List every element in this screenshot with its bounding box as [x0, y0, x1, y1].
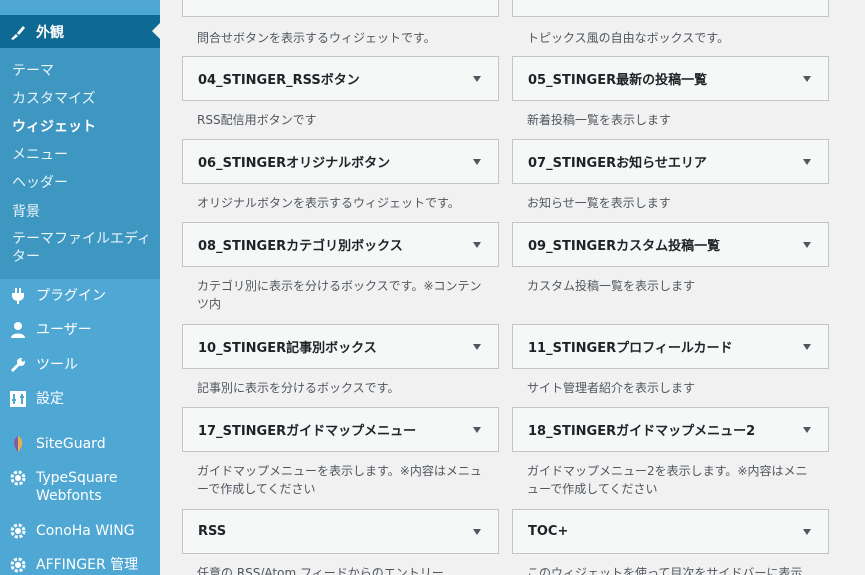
chevron-down-icon: [473, 529, 481, 535]
widget-contact-button[interactable]: [182, 0, 499, 17]
widget-guide-map-menu-2[interactable]: 18_STINGERガイドマップメニュー2: [512, 407, 829, 452]
menu-conoha-wing-label: ConoHa WING: [36, 523, 135, 539]
user-icon: [9, 321, 27, 339]
widget-guide-map-menu[interactable]: 17_STINGERガイドマップメニュー: [182, 407, 499, 452]
chevron-down-icon: [803, 159, 811, 165]
widget-notice-area[interactable]: 07_STINGERお知らせエリア: [512, 139, 829, 184]
widget-profile-card[interactable]: 11_STINGERプロフィールカード: [512, 324, 829, 369]
settings-icon: [9, 390, 27, 408]
widget-original-button[interactable]: 06_STINGERオリジナルボタン: [182, 139, 499, 184]
chevron-down-icon: [473, 427, 481, 433]
widget-title: 07_STINGERお知らせエリア: [528, 156, 707, 171]
menu-settings[interactable]: 設定: [0, 390, 160, 408]
submenu-widgets[interactable]: ウィジェット: [12, 118, 152, 136]
menu-users[interactable]: ユーザー: [0, 321, 160, 339]
chevron-down-icon: [473, 159, 481, 165]
chevron-down-icon: [473, 344, 481, 350]
widget-topics-box[interactable]: [512, 0, 829, 17]
chevron-down-icon: [803, 242, 811, 248]
submenu-themes[interactable]: テーマ: [12, 62, 152, 80]
gear-icon: [9, 522, 27, 540]
widget-title: 08_STINGERカテゴリ別ボックス: [198, 239, 403, 254]
menu-affinger-label: AFFINGER 管理: [36, 557, 139, 573]
menu-tools-label: ツール: [36, 357, 78, 373]
paintbrush-icon: [9, 23, 27, 41]
submenu-menus[interactable]: メニュー: [12, 146, 152, 164]
widget-title: 10_STINGER記事別ボックス: [198, 341, 377, 356]
wrench-icon: [9, 356, 27, 374]
widget-rss-button[interactable]: 04_STINGER_RSSボタン: [182, 56, 499, 101]
widget-title: 18_STINGERガイドマップメニュー2: [528, 424, 756, 439]
widget-description: RSS配信用ボタンです: [197, 113, 317, 127]
widget-description: カテゴリ別に表示を分けるボックスです。※コンテンツ内: [197, 279, 482, 311]
widget-title: 04_STINGER_RSSボタン: [198, 73, 360, 88]
widget-title: TOC+: [528, 524, 569, 539]
widget-description: サイト管理者紹介を表示します: [527, 381, 696, 395]
gear-icon: [9, 556, 27, 574]
siteguard-icon: [9, 435, 27, 453]
widget-title: 11_STINGERプロフィールカード: [528, 341, 733, 356]
menu-siteguard[interactable]: SiteGuard: [0, 435, 160, 453]
widget-custom-post-list[interactable]: 09_STINGERカスタム投稿一覧: [512, 222, 829, 267]
menu-typesquare-label: TypeSquare Webfonts: [36, 470, 118, 504]
widget-description: 新着投稿一覧を表示します: [527, 113, 672, 127]
submenu-theme-file-editor[interactable]: テーマファイルエディター: [12, 230, 152, 266]
menu-appearance-label: 外観: [36, 24, 64, 41]
widget-description: お知らせ一覧を表示します: [527, 196, 671, 210]
widget-title: RSS: [198, 524, 227, 539]
menu-plugins[interactable]: プラグイン: [0, 287, 160, 305]
chevron-down-icon: [803, 427, 811, 433]
widget-category-box[interactable]: 08_STINGERカテゴリ別ボックス: [182, 222, 499, 267]
menu-conoha-wing[interactable]: ConoHa WING: [0, 522, 160, 540]
menu-users-label: ユーザー: [36, 322, 92, 338]
appearance-submenu: テーマ カスタマイズ ウィジェット メニュー ヘッダー 背景 テーマファイルエデ…: [0, 48, 160, 279]
submenu-header[interactable]: ヘッダー: [12, 174, 152, 192]
gear-icon: [9, 469, 27, 487]
widget-description: オリジナルボタンを表示するウィジェットです。: [197, 196, 460, 210]
menu-plugins-label: プラグイン: [36, 288, 106, 304]
widget-title: 05_STINGER最新の投稿一覧: [528, 73, 708, 88]
widget-article-box[interactable]: 10_STINGER記事別ボックス: [182, 324, 499, 369]
menu-siteguard-label: SiteGuard: [36, 436, 106, 452]
menu-settings-label: 設定: [36, 391, 64, 407]
widget-description: ガイドマップメニュー2を表示します。※内容はメニューで作成してください: [527, 464, 808, 496]
chevron-down-icon: [473, 76, 481, 82]
widget-description: 問合せボタンを表示するウィジェットです。: [197, 31, 436, 45]
widget-description: 任意の RSS/Atom フィードからのエントリー: [197, 566, 444, 575]
submenu-customize[interactable]: カスタマイズ: [12, 90, 152, 108]
submenu-background[interactable]: 背景: [12, 203, 152, 221]
menu-appearance[interactable]: 外観: [0, 15, 160, 48]
plugin-icon: [9, 287, 27, 305]
widget-title: 17_STINGERガイドマップメニュー: [198, 424, 417, 439]
available-widgets-area: 問合せボタンを表示するウィジェットです。 トピックス風の自由なボックスです。 0…: [160, 0, 865, 575]
widget-toc-plus[interactable]: TOC+: [512, 509, 829, 554]
widget-description: カスタム投稿一覧を表示します: [527, 279, 696, 293]
widget-title: 09_STINGERカスタム投稿一覧: [528, 239, 721, 254]
widget-rss[interactable]: RSS: [182, 509, 499, 554]
menu-tools[interactable]: ツール: [0, 356, 160, 374]
widget-latest-posts[interactable]: 05_STINGER最新の投稿一覧: [512, 56, 829, 101]
widget-description: トピックス風の自由なボックスです。: [527, 31, 730, 45]
chevron-down-icon: [803, 76, 811, 82]
menu-typesquare[interactable]: TypeSquare Webfonts: [0, 469, 160, 505]
widget-description: このウィジェットを使って目次をサイドバーに表示: [527, 566, 803, 575]
widget-title: 06_STINGERオリジナルボタン: [198, 156, 391, 171]
menu-affinger[interactable]: AFFINGER 管理: [0, 556, 160, 574]
chevron-down-icon: [803, 344, 811, 350]
chevron-down-icon: [473, 242, 481, 248]
current-menu-arrow: [152, 23, 160, 39]
widget-description: ガイドマップメニューを表示します。※内容はメニューで作成してください: [197, 464, 482, 496]
admin-sidebar: 外観 テーマ カスタマイズ ウィジェット メニュー ヘッダー 背景 テーマファイ…: [0, 0, 160, 575]
widget-description: 記事別に表示を分けるボックスです。: [197, 381, 400, 395]
chevron-down-icon: [803, 529, 811, 535]
